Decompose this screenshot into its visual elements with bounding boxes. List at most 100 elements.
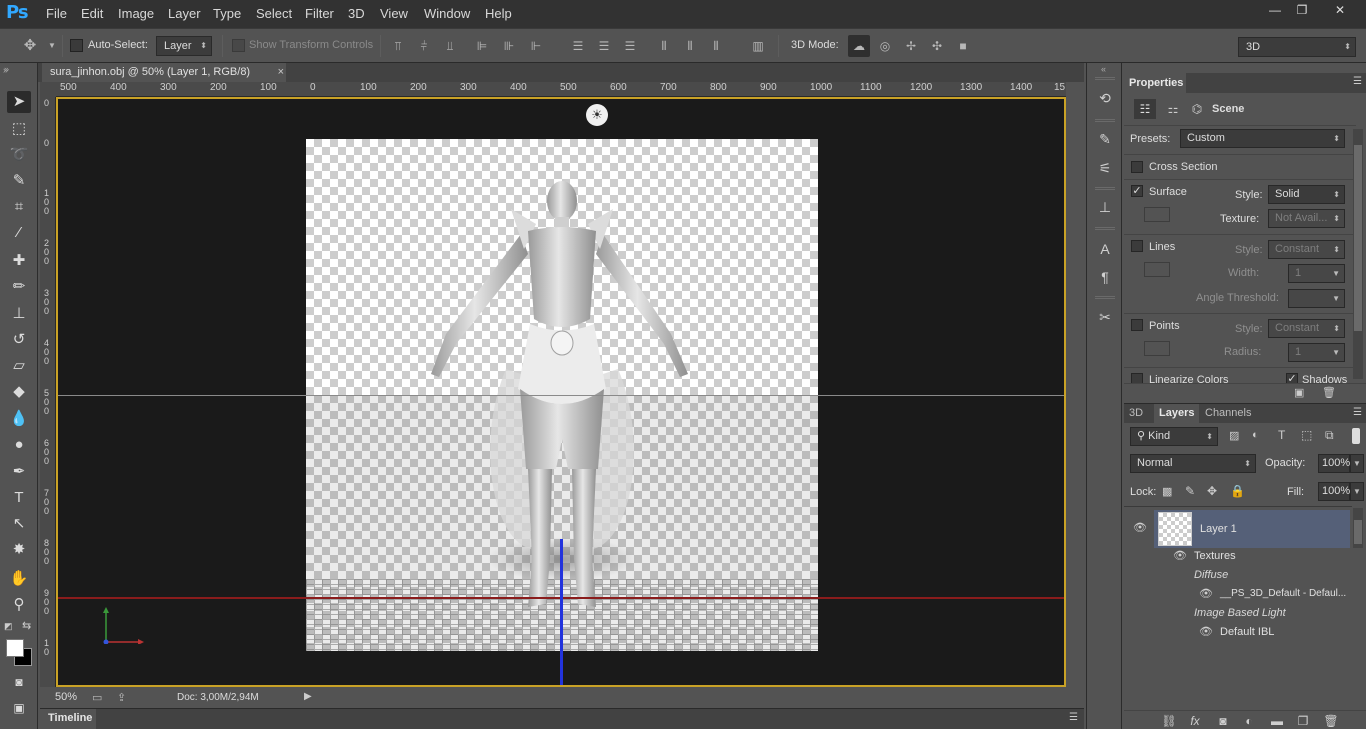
- layer-row[interactable]: Layer 1: [1154, 510, 1350, 548]
- brush-presets-panel-icon[interactable]: ⚟: [1095, 158, 1115, 178]
- chevron-down-icon[interactable]: ▼: [1350, 482, 1364, 501]
- slide-3d-icon[interactable]: ✣: [929, 38, 945, 54]
- layers-scrollbar[interactable]: [1353, 508, 1363, 548]
- link-layers-icon[interactable]: ⛓: [1160, 713, 1178, 729]
- status-menu-arrow-icon[interactable]: ▶: [304, 691, 312, 702]
- presets-dropdown[interactable]: Custom ⬍: [1180, 129, 1345, 148]
- share-icon[interactable]: ⇪: [117, 691, 126, 704]
- points-color-swatch[interactable]: [1144, 341, 1170, 356]
- dock-grip[interactable]: [1095, 296, 1115, 299]
- textures-label[interactable]: Textures: [1194, 550, 1236, 562]
- new-group-icon[interactable]: ▬: [1268, 713, 1286, 729]
- hand-tool-icon[interactable]: ✋: [7, 568, 31, 590]
- dodge-tool-icon[interactable]: ●: [7, 434, 31, 456]
- eyedropper-tool-icon[interactable]: ⁄: [7, 222, 31, 244]
- show-transform-checkbox[interactable]: [232, 39, 245, 52]
- history-brush-tool-icon[interactable]: ↺: [7, 329, 31, 351]
- points-radius-field[interactable]: 1 ▼: [1288, 343, 1345, 362]
- lock-position-icon[interactable]: ✥: [1207, 484, 1217, 498]
- document-canvas[interactable]: ☀: [56, 97, 1066, 687]
- menu-type[interactable]: Type: [213, 6, 241, 21]
- roll-3d-icon[interactable]: ◎: [877, 38, 893, 54]
- filter-kind-dropdown[interactable]: ⚲ Kind ⬍: [1130, 427, 1218, 446]
- lines-width-field[interactable]: 1 ▼: [1288, 264, 1345, 283]
- align-bottom-icon[interactable]: ⫫: [442, 38, 458, 54]
- path-selection-tool-icon[interactable]: ↖: [7, 513, 31, 535]
- filter-shape-icon[interactable]: ⬚: [1301, 428, 1312, 442]
- align-top-icon[interactable]: ⫪: [390, 38, 406, 54]
- scale-3d-icon[interactable]: ■: [955, 38, 971, 54]
- new-layer-icon[interactable]: ❐: [1294, 713, 1312, 729]
- align-hcenter-icon[interactable]: ⊪: [501, 38, 517, 54]
- timeline-tab[interactable]: Timeline: [40, 709, 96, 729]
- zoom-level[interactable]: 50%: [55, 691, 77, 703]
- move-tool-preset-icon[interactable]: ✥: [22, 38, 38, 54]
- opacity-field[interactable]: 100%: [1318, 454, 1350, 473]
- light-source-icon[interactable]: ☀: [586, 104, 608, 126]
- menu-help[interactable]: Help: [485, 6, 512, 21]
- custom-shape-tool-icon[interactable]: ✸: [7, 539, 31, 561]
- menu-window[interactable]: Window: [424, 6, 470, 21]
- zoom-tool-icon[interactable]: ⚲: [7, 594, 31, 616]
- surface-checkbox[interactable]: ✓: [1131, 185, 1143, 197]
- drag-3d-icon[interactable]: ✢: [903, 38, 919, 54]
- foreground-color-swatch[interactable]: [6, 639, 24, 657]
- marquee-tool-icon[interactable]: ⬚: [7, 118, 31, 140]
- horizontal-ruler[interactable]: 500 400 300 200 100 0 100 200 300 400 50…: [56, 82, 1066, 97]
- menu-edit[interactable]: Edit: [81, 6, 103, 21]
- auto-select-dropdown[interactable]: Layer ⬍: [156, 36, 212, 56]
- fx-icon[interactable]: fx: [1186, 713, 1204, 729]
- surface-texture-dropdown[interactable]: Not Avail... ⬍: [1268, 209, 1345, 228]
- document-tab[interactable]: sura_jinhon.obj @ 50% (Layer 1, RGB/8) ×: [42, 63, 286, 82]
- brush-panel-icon[interactable]: ✎: [1095, 129, 1115, 149]
- properties-scrollbar[interactable]: [1353, 129, 1363, 379]
- pen-tool-icon[interactable]: ✒: [7, 461, 31, 483]
- align-right-icon[interactable]: ⊩: [528, 38, 544, 54]
- 3d-axis-widget[interactable]: [98, 604, 148, 644]
- filter-toggle[interactable]: [1352, 428, 1360, 444]
- diffuse-texture-name[interactable]: __PS_3D_Default - Defaul...: [1220, 588, 1346, 599]
- fill-field[interactable]: 100%: [1318, 482, 1350, 501]
- points-checkbox[interactable]: [1131, 319, 1143, 331]
- minimize-button[interactable]: —: [1262, 0, 1288, 20]
- history-panel-icon[interactable]: ⟲: [1095, 88, 1115, 108]
- panel-menu-icon[interactable]: ☰: [1353, 76, 1362, 87]
- tool-presets-panel-icon[interactable]: ✂: [1095, 307, 1115, 327]
- orbit-3d-icon[interactable]: ☁: [848, 35, 870, 57]
- character-panel-icon[interactable]: A: [1095, 239, 1115, 259]
- chevron-down-icon[interactable]: ▼: [44, 38, 60, 54]
- surface-color-swatch[interactable]: [1144, 207, 1170, 222]
- panel-menu-icon[interactable]: ☰: [1069, 712, 1078, 723]
- paragraph-panel-icon[interactable]: ¶: [1095, 267, 1115, 287]
- auto-select-checkbox[interactable]: [70, 39, 83, 52]
- dock-grip[interactable]: [1095, 227, 1115, 230]
- filter-adjustment-icon[interactable]: ◐: [1252, 429, 1259, 441]
- dock-grip[interactable]: [1095, 187, 1115, 190]
- properties-tab[interactable]: Properties: [1124, 73, 1186, 93]
- lines-color-swatch[interactable]: [1144, 262, 1170, 277]
- visibility-eye-icon[interactable]: 👁: [1198, 588, 1214, 600]
- crop-tool-icon[interactable]: ⌗: [7, 196, 31, 218]
- quick-mask-icon[interactable]: ◙: [7, 671, 31, 693]
- points-style-dropdown[interactable]: Constant ⬍: [1268, 319, 1345, 338]
- filter-pixel-icon[interactable]: ▨: [1229, 429, 1239, 442]
- cross-section-checkbox[interactable]: [1131, 161, 1143, 173]
- panel-collapse-icon[interactable]: »: [4, 64, 9, 74]
- visibility-eye-icon[interactable]: 👁: [1198, 626, 1214, 638]
- add-mask-icon[interactable]: ◙: [1214, 713, 1232, 729]
- screen-mode-icon[interactable]: ▣: [7, 697, 31, 719]
- clone-source-panel-icon[interactable]: ⊥: [1095, 197, 1115, 217]
- materials-tab-icon[interactable]: ⌬: [1186, 99, 1208, 119]
- close-tab-icon[interactable]: ×: [278, 63, 284, 82]
- lock-transparent-icon[interactable]: ▩: [1162, 485, 1172, 498]
- trash-icon[interactable]: 🗑: [1322, 386, 1336, 399]
- quick-selection-tool-icon[interactable]: ✎: [7, 170, 31, 192]
- layer-name[interactable]: Layer 1: [1200, 523, 1237, 535]
- ruler-origin[interactable]: [40, 82, 56, 97]
- distribute-right-icon[interactable]: ⦀: [708, 38, 724, 54]
- render-status-icon[interactable]: ▭: [92, 691, 102, 704]
- vertical-ruler[interactable]: 0 0 1 0 0 2 0 0 3 0 0 4 0 0 5 0 0 6 0 0 …: [40, 97, 56, 687]
- tab-3d[interactable]: 3D: [1124, 404, 1148, 423]
- paint-bucket-tool-icon[interactable]: ◆: [7, 381, 31, 403]
- tab-channels[interactable]: Channels: [1200, 404, 1256, 423]
